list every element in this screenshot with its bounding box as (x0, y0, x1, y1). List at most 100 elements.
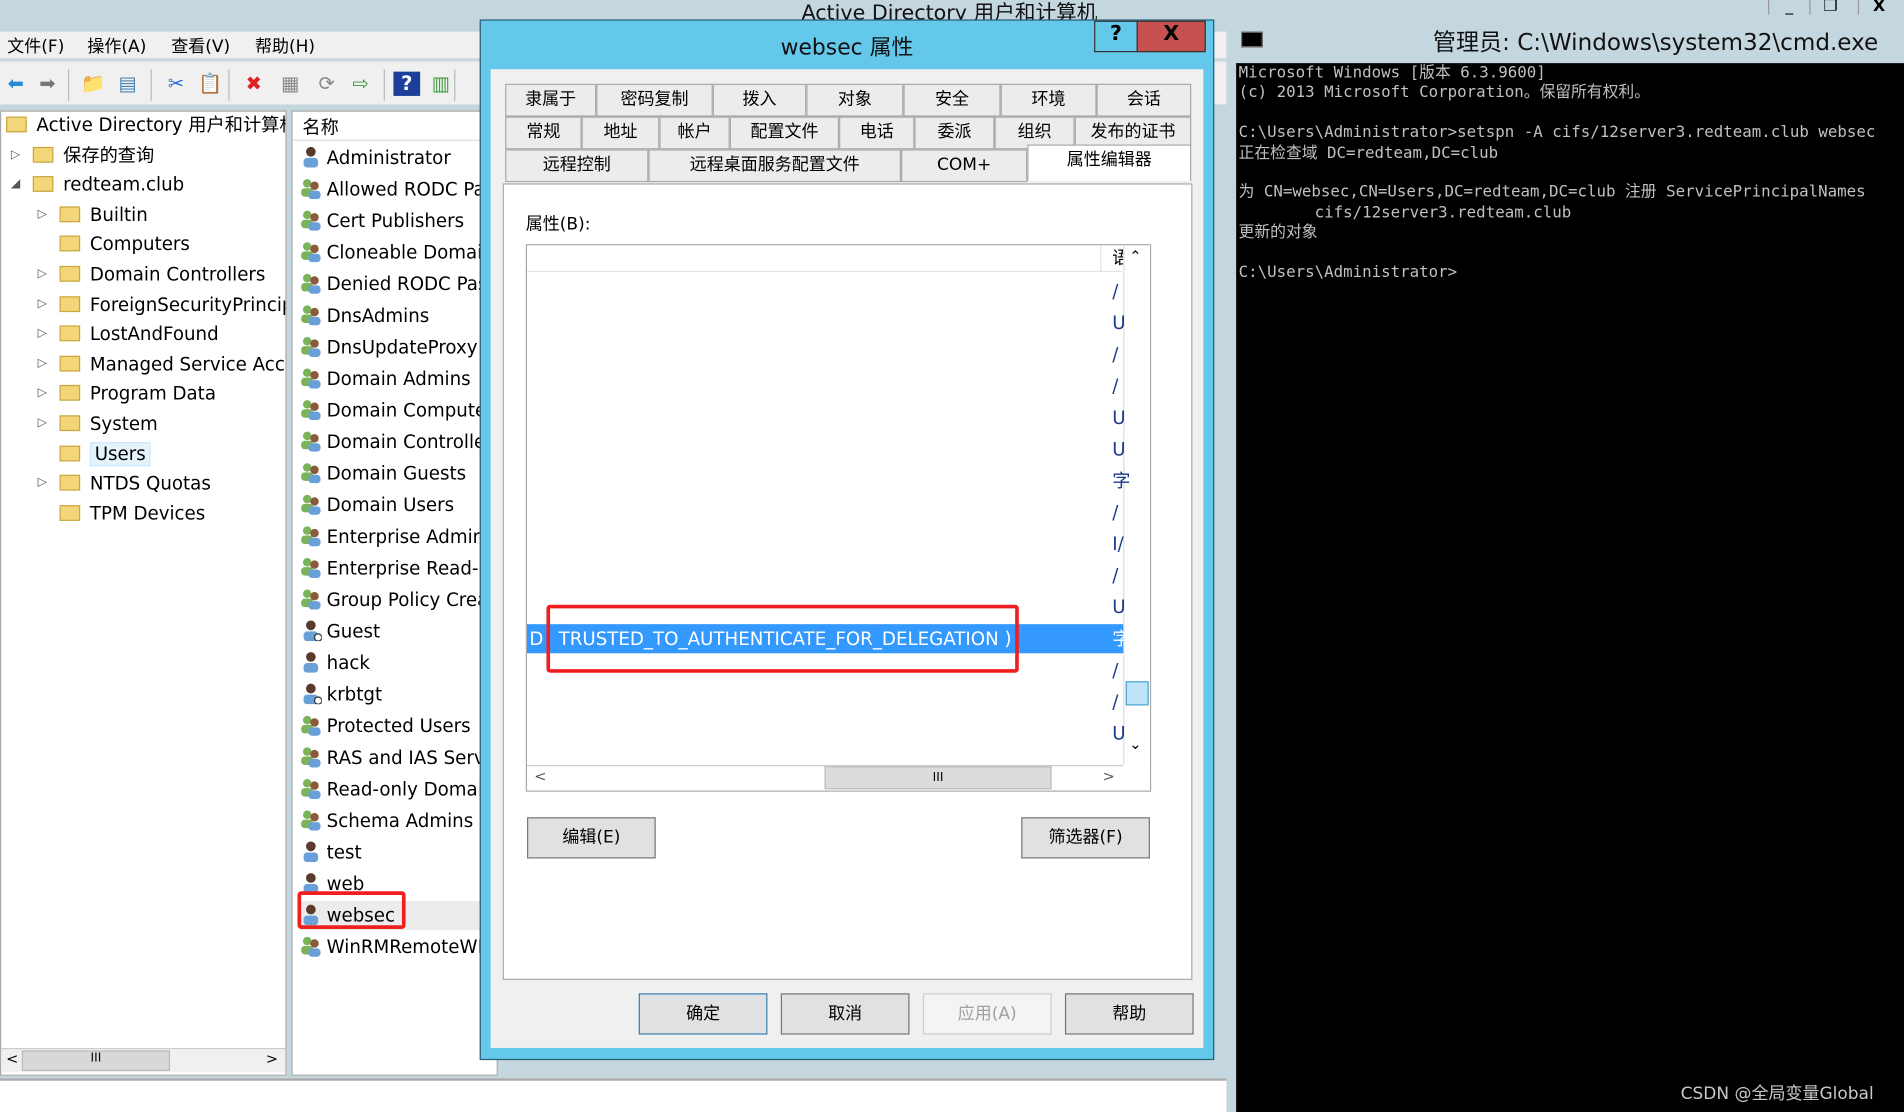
expand-icon[interactable]: ▷ (38, 476, 47, 489)
list-item[interactable]: Schema Admins (300, 806, 494, 835)
list-item[interactable]: WinRMRemoteWMIUsers__ (300, 933, 497, 962)
tree-item[interactable]: redteam.club (32, 171, 184, 198)
attribute-row[interactable]: 字 (527, 466, 1130, 495)
scroll-thumb[interactable]: III (824, 766, 1052, 790)
expand-icon[interactable]: ▷ (38, 417, 47, 430)
tree-item[interactable]: TPM Devices (59, 500, 205, 527)
cut-icon[interactable]: ✂ (163, 72, 190, 96)
list-item[interactable]: Enterprise Read-only Domain Controllers (300, 554, 497, 583)
expand-icon[interactable]: ▷ (38, 387, 47, 400)
expand-icon[interactable]: ▷ (38, 327, 47, 340)
help-dialog-button[interactable]: 帮助 (1064, 993, 1194, 1035)
attribute-row[interactable]: / (527, 277, 1123, 306)
cmd-output[interactable]: Microsoft Windows [版本 6.3.9600] (c) 2013 … (1236, 63, 1904, 1112)
tree-root[interactable]: Active Directory 用户和计算机 (6, 112, 285, 139)
scroll-down-icon[interactable]: ⌄ (1129, 736, 1141, 753)
tab-row2-0[interactable]: 常规 (505, 116, 582, 150)
tab-row1-4[interactable]: 安全 (903, 83, 1001, 117)
tree-item[interactable]: Computers (59, 231, 190, 258)
expand-icon[interactable]: ◢ (11, 178, 20, 191)
tree-item[interactable]: Users (59, 440, 151, 467)
menu-file[interactable]: 文件(F) (7, 34, 64, 58)
tree-item[interactable]: 保存的查询 (32, 142, 154, 169)
tab-row3-0[interactable]: 远程控制 (505, 149, 649, 183)
list-item[interactable]: Guest (300, 617, 494, 646)
menu-help[interactable]: 帮助(H) (255, 34, 315, 58)
expand-icon[interactable]: ▷ (38, 297, 47, 310)
back-icon[interactable]: ⬅ (2, 72, 29, 96)
up-folder-icon[interactable]: 📁 (80, 72, 107, 96)
list-item[interactable]: krbtgt (300, 680, 494, 709)
show-tree-icon[interactable]: ▤ (114, 72, 141, 96)
attribute-row[interactable]: I/ (527, 529, 1124, 558)
column-header-name[interactable]: 名称 (292, 112, 497, 141)
tab-row2-5[interactable]: 委派 (914, 116, 995, 150)
attribute-row[interactable]: / (527, 372, 1123, 401)
list-item[interactable]: Protected Users (300, 712, 494, 741)
attribute-row[interactable]: U (527, 403, 1125, 432)
tab-row1-6[interactable]: 会话 (1096, 83, 1192, 117)
tab-row1-3[interactable]: 对象 (806, 83, 904, 117)
tab-row1-0[interactable]: 隶属于 (505, 83, 597, 117)
tree-item[interactable]: Domain Controllers (59, 261, 265, 288)
export-icon[interactable]: ⇨ (347, 72, 374, 96)
menu-view[interactable]: 查看(V) (171, 34, 230, 58)
list-item[interactable]: Domain Admins (300, 364, 494, 393)
menu-action[interactable]: 操作(A) (87, 34, 146, 58)
list-item[interactable]: Group Policy Creator Owners (300, 585, 497, 614)
tab-row1-1[interactable]: 密码复制 (596, 83, 713, 117)
attribute-list-header[interactable] (527, 245, 1123, 273)
scroll-up-icon[interactable]: ⌃ (1129, 248, 1141, 265)
tab-row2-4[interactable]: 电话 (839, 116, 915, 150)
expand-icon[interactable]: ▷ (11, 148, 20, 161)
tab-row3-3[interactable]: 属性编辑器 (1027, 144, 1192, 181)
tab-row1-5[interactable]: 环境 (1000, 83, 1097, 117)
list-item[interactable]: Cert Publishers (300, 206, 494, 235)
tree-item[interactable]: Managed Service Accounts (59, 351, 285, 378)
scroll-thumb[interactable] (1125, 681, 1149, 706)
tree-item[interactable]: Program Data (59, 381, 216, 408)
tree-item[interactable]: Builtin (59, 201, 148, 228)
attribute-row[interactable]: U (527, 435, 1125, 464)
attribute-row[interactable]: / (527, 340, 1123, 369)
paste-icon[interactable]: 📋 (197, 72, 224, 96)
edit-button[interactable]: 编辑(E) (527, 817, 656, 859)
list-item[interactable]: DnsUpdateProxy (300, 333, 494, 362)
attribute-list[interactable]: 语 ⌃ ⌄ < III > / U / / U U 字 / I// U D TRUSTED_TO_AU… (525, 244, 1152, 792)
expand-icon[interactable]: ▷ (38, 207, 47, 220)
horizontal-scrollbar[interactable]: < III > (527, 765, 1124, 790)
list-item[interactable]: hack (300, 648, 494, 677)
tree-horizontal-scrollbar[interactable]: < III > (1, 1047, 286, 1073)
expand-icon[interactable]: ▷ (38, 267, 47, 280)
close-button[interactable]: X (1136, 20, 1206, 53)
attribute-row[interactable]: / (527, 561, 1123, 590)
tab-row2-1[interactable]: 地址 (581, 116, 660, 150)
list-item[interactable]: test (300, 838, 494, 867)
list-item[interactable]: Enterprise Admins (300, 522, 494, 551)
tree-item[interactable]: ForeignSecurityPrincipals (59, 291, 285, 318)
expand-icon[interactable]: ▷ (38, 357, 47, 370)
tab-row2-3[interactable]: 配置文件 (729, 116, 840, 150)
list-item[interactable]: Read-only Domain Controllers (300, 775, 497, 804)
refresh-icon[interactable]: ⟳ (313, 72, 340, 96)
list-item[interactable]: DnsAdmins (300, 301, 494, 330)
tab-row2-2[interactable]: 帐户 (659, 116, 730, 150)
list-item[interactable]: Domain Users (300, 491, 494, 520)
filter-button[interactable]: 筛选器(F) (1021, 817, 1150, 859)
list-item[interactable]: Cloneable Domain Controllers (300, 238, 497, 267)
ok-button[interactable]: 确定 (638, 993, 768, 1035)
cancel-button[interactable]: 取消 (780, 993, 910, 1035)
list-item[interactable]: Domain Computers (300, 396, 497, 425)
list-item[interactable]: RAS and IAS Servers (300, 743, 497, 772)
attribute-row[interactable]: / (527, 498, 1123, 527)
list-item[interactable]: Allowed RODC Password Replication Group (300, 175, 497, 204)
tree-item[interactable]: NTDS Quotas (59, 470, 211, 497)
help-button[interactable]: ? (1094, 20, 1138, 53)
tab-row1-2[interactable]: 拨入 (712, 83, 807, 117)
list-item[interactable]: Administrator (300, 143, 494, 172)
forward-icon[interactable]: ➡ (34, 72, 61, 96)
tree-item[interactable]: System (59, 410, 158, 437)
apply-button[interactable]: 应用(A) (922, 993, 1052, 1035)
delete-icon[interactable]: ✖ (240, 72, 267, 96)
console-icon[interactable]: ▥ (427, 72, 454, 96)
